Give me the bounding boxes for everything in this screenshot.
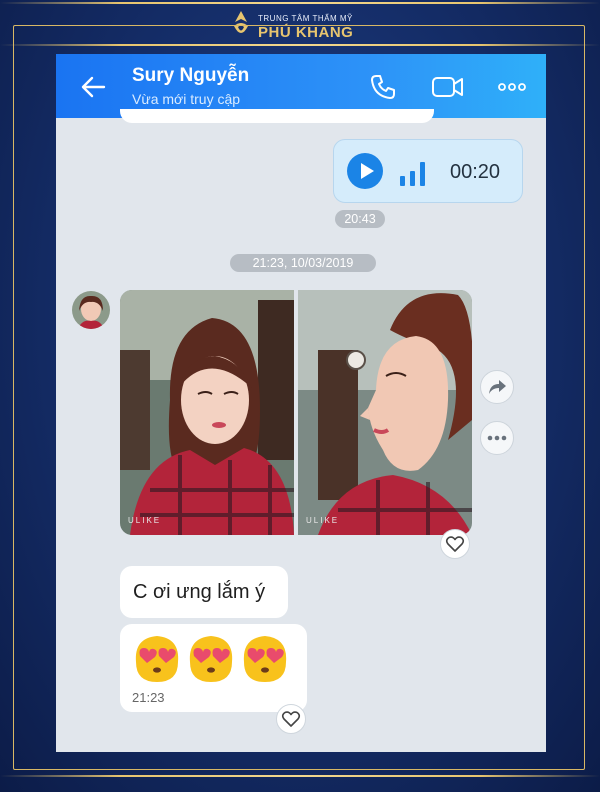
message-options-button[interactable] <box>480 421 514 455</box>
contact-status: Vừa mới truy cập <box>132 91 241 107</box>
voice-message[interactable]: 00:20 <box>333 139 523 203</box>
brand-tagline: TRUNG TÂM THẨM MỸ <box>258 14 353 23</box>
top-divider <box>0 2 600 4</box>
share-forward-icon <box>489 380 506 394</box>
voice-message-time: 20:43 <box>335 210 385 228</box>
react-heart-button[interactable] <box>276 704 306 734</box>
heart-eyes-emoji-icon <box>189 636 233 682</box>
selfie-photo-profile[interactable] <box>298 290 472 535</box>
audio-wave-icon <box>400 162 425 186</box>
more-options-icon[interactable] <box>497 72 527 102</box>
message-text: C ơi ưng lắm ý <box>133 581 266 603</box>
photo-watermark: ULIKE <box>128 516 162 525</box>
contact-name[interactable]: Sury Nguyễn <box>132 65 249 87</box>
voice-duration: 00:20 <box>450 161 501 183</box>
heart-icon <box>445 536 465 552</box>
heart-eyes-emoji-icon <box>243 636 287 682</box>
back-arrow-icon[interactable] <box>80 74 106 100</box>
chat-screen: Sury Nguyễn Vừa mới truy cập 00:20 20:43… <box>56 54 546 752</box>
emoji-message-bubble[interactable]: 21:23 <box>120 624 307 712</box>
bottom-divider <box>0 775 600 777</box>
date-separator: 21:23, 10/03/2019 <box>230 254 376 272</box>
play-icon[interactable] <box>347 153 383 189</box>
more-dots-icon <box>487 435 507 441</box>
photo-watermark: ULIKE <box>306 516 340 525</box>
video-call-icon[interactable] <box>430 72 466 102</box>
react-heart-button[interactable] <box>440 529 470 559</box>
message-time: 21:23 <box>132 690 165 705</box>
phone-icon[interactable] <box>368 72 398 102</box>
contact-avatar[interactable] <box>72 291 110 329</box>
forward-button[interactable] <box>480 370 514 404</box>
previous-message-bubble <box>120 109 434 123</box>
image-message-group: ULIKE ULIKE <box>120 290 472 535</box>
selfie-photo-front[interactable] <box>120 290 294 535</box>
heart-icon <box>281 711 301 727</box>
heart-eyes-emoji-icon <box>135 636 179 682</box>
text-message-bubble[interactable]: C ơi ưng lắm ý <box>120 566 288 618</box>
